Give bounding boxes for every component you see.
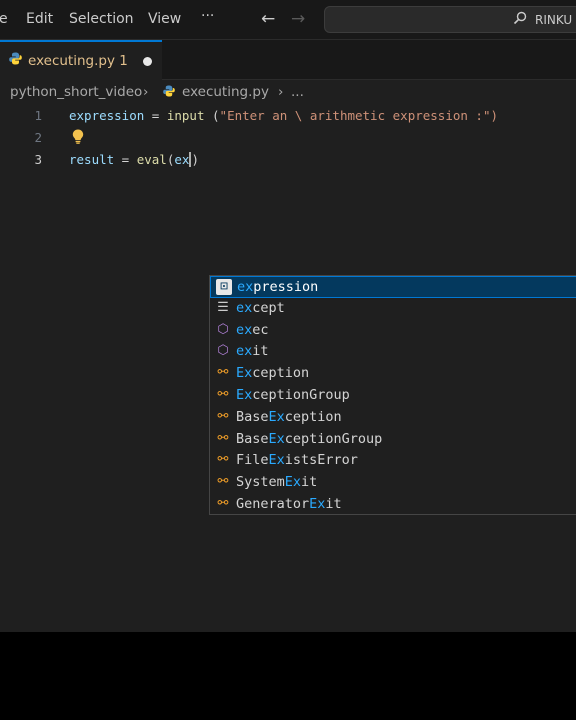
breadcrumb-folder[interactable]: python_short_video	[10, 84, 142, 100]
suggestion-label: ExceptionGroup	[236, 387, 350, 403]
tab-bar: executing.py 1	[0, 40, 576, 80]
breadcrumb-separator: ›	[143, 84, 149, 100]
lightbulb-icon[interactable]	[72, 129, 84, 148]
tab-executing-py[interactable]: executing.py 1	[0, 40, 162, 80]
class-icon: ⚯	[217, 408, 229, 424]
function-icon: ⬡	[217, 321, 229, 337]
suggestion-label: expression	[237, 279, 319, 295]
code-editor[interactable]: 1 2 3 expression = input ("Enter an \ ar…	[0, 104, 576, 632]
code-token: "Enter an \ arithmetic expression :")	[219, 108, 498, 123]
menu-view[interactable]: View	[148, 11, 181, 27]
variable-icon: ⊡	[216, 279, 232, 295]
suggestion-label: SystemExit	[236, 474, 318, 491]
code-token: =	[144, 108, 167, 123]
suggestion-label: Exception	[236, 365, 310, 382]
breadcrumb: python_short_video › executing.py › ...	[0, 82, 576, 104]
forward-arrow-icon[interactable]: →	[291, 9, 305, 29]
code-token: (	[204, 108, 220, 123]
code-token: input	[166, 108, 205, 123]
breadcrumb-more[interactable]: ...	[291, 84, 304, 100]
suggestion-label: FileExistsError	[236, 452, 358, 469]
class-icon: ⚯	[217, 496, 229, 511]
title-bar: e Edit Selection View ··· ← → RINKU	[0, 0, 576, 40]
suggestion-label: BaseException	[236, 408, 342, 425]
breadcrumb-separator: ›	[278, 84, 284, 100]
suggestion-label: exit	[236, 343, 269, 360]
python-file-icon	[9, 52, 22, 68]
breadcrumb-file[interactable]: executing.py	[182, 84, 269, 100]
suggestion-label: exec	[236, 321, 269, 338]
menu-more[interactable]: ···	[201, 8, 214, 24]
code-token: )	[191, 152, 199, 167]
unsaved-dot-icon[interactable]	[143, 57, 152, 66]
back-arrow-icon[interactable]: ←	[261, 9, 275, 29]
breadcrumb-python-icon	[163, 85, 175, 101]
menu-selection[interactable]: Selection	[69, 11, 134, 27]
code-token: result	[69, 152, 115, 167]
line-number: 2	[34, 130, 42, 145]
line-number: 3	[34, 152, 42, 167]
suggestion-item[interactable]: ⚯ ExceptionGroup	[210, 385, 576, 407]
suggestion-item[interactable]: ⚯ SystemExit	[210, 472, 576, 494]
search-icon	[513, 11, 527, 25]
class-icon: ⚯	[217, 365, 229, 381]
class-icon: ⚯	[217, 474, 229, 490]
suggestion-item[interactable]: ⬡ exec	[210, 320, 576, 342]
suggestion-item[interactable]: ⬡ exit	[210, 341, 576, 363]
search-text: RINKU	[535, 13, 573, 27]
code-line-3: result = eval(ex)	[69, 152, 199, 167]
suggestion-label: GeneratorExit	[236, 496, 342, 512]
vscode-window: e Edit Selection View ··· ← → RINKU exec…	[0, 0, 576, 632]
suggestion-item[interactable]: ⚯ FileExistsError	[210, 450, 576, 472]
code-token: eval	[136, 152, 167, 167]
code-token: =	[114, 152, 137, 167]
class-icon: ⚯	[217, 387, 229, 402]
code-token: ex	[174, 152, 190, 167]
suggestion-item[interactable]: ⚯ BaseExceptionGroup	[210, 429, 576, 451]
keyword-icon: ☰	[217, 299, 229, 315]
command-center-search[interactable]: RINKU	[324, 6, 576, 33]
suggestion-item[interactable]: ⚯ GeneratorExit	[210, 494, 576, 516]
menu-file-partial[interactable]: e	[0, 11, 8, 27]
tab-label: executing.py 1	[28, 53, 128, 69]
suggestion-item[interactable]: ⊡ expression	[210, 276, 576, 298]
suggest-widget: ⊡ expression ☰ except ⬡ exec ⬡ exit ⚯ Exception ⚯ E…	[209, 275, 576, 515]
suggestion-item[interactable]: ☰ except	[210, 298, 576, 320]
class-icon: ⚯	[217, 430, 229, 446]
suggestion-label: except	[236, 299, 285, 316]
suggestion-item[interactable]: ⚯ Exception	[210, 363, 576, 385]
class-icon: ⚯	[217, 452, 229, 468]
suggestion-label: BaseExceptionGroup	[236, 430, 383, 447]
line-number: 1	[34, 108, 42, 123]
code-token: expression	[69, 108, 145, 123]
code-line-1: expression = input ("Enter an \ arithmet…	[69, 108, 498, 123]
suggestion-item[interactable]: ⚯ BaseException	[210, 407, 576, 429]
function-icon: ⬡	[217, 343, 229, 359]
menu-edit[interactable]: Edit	[26, 11, 53, 27]
